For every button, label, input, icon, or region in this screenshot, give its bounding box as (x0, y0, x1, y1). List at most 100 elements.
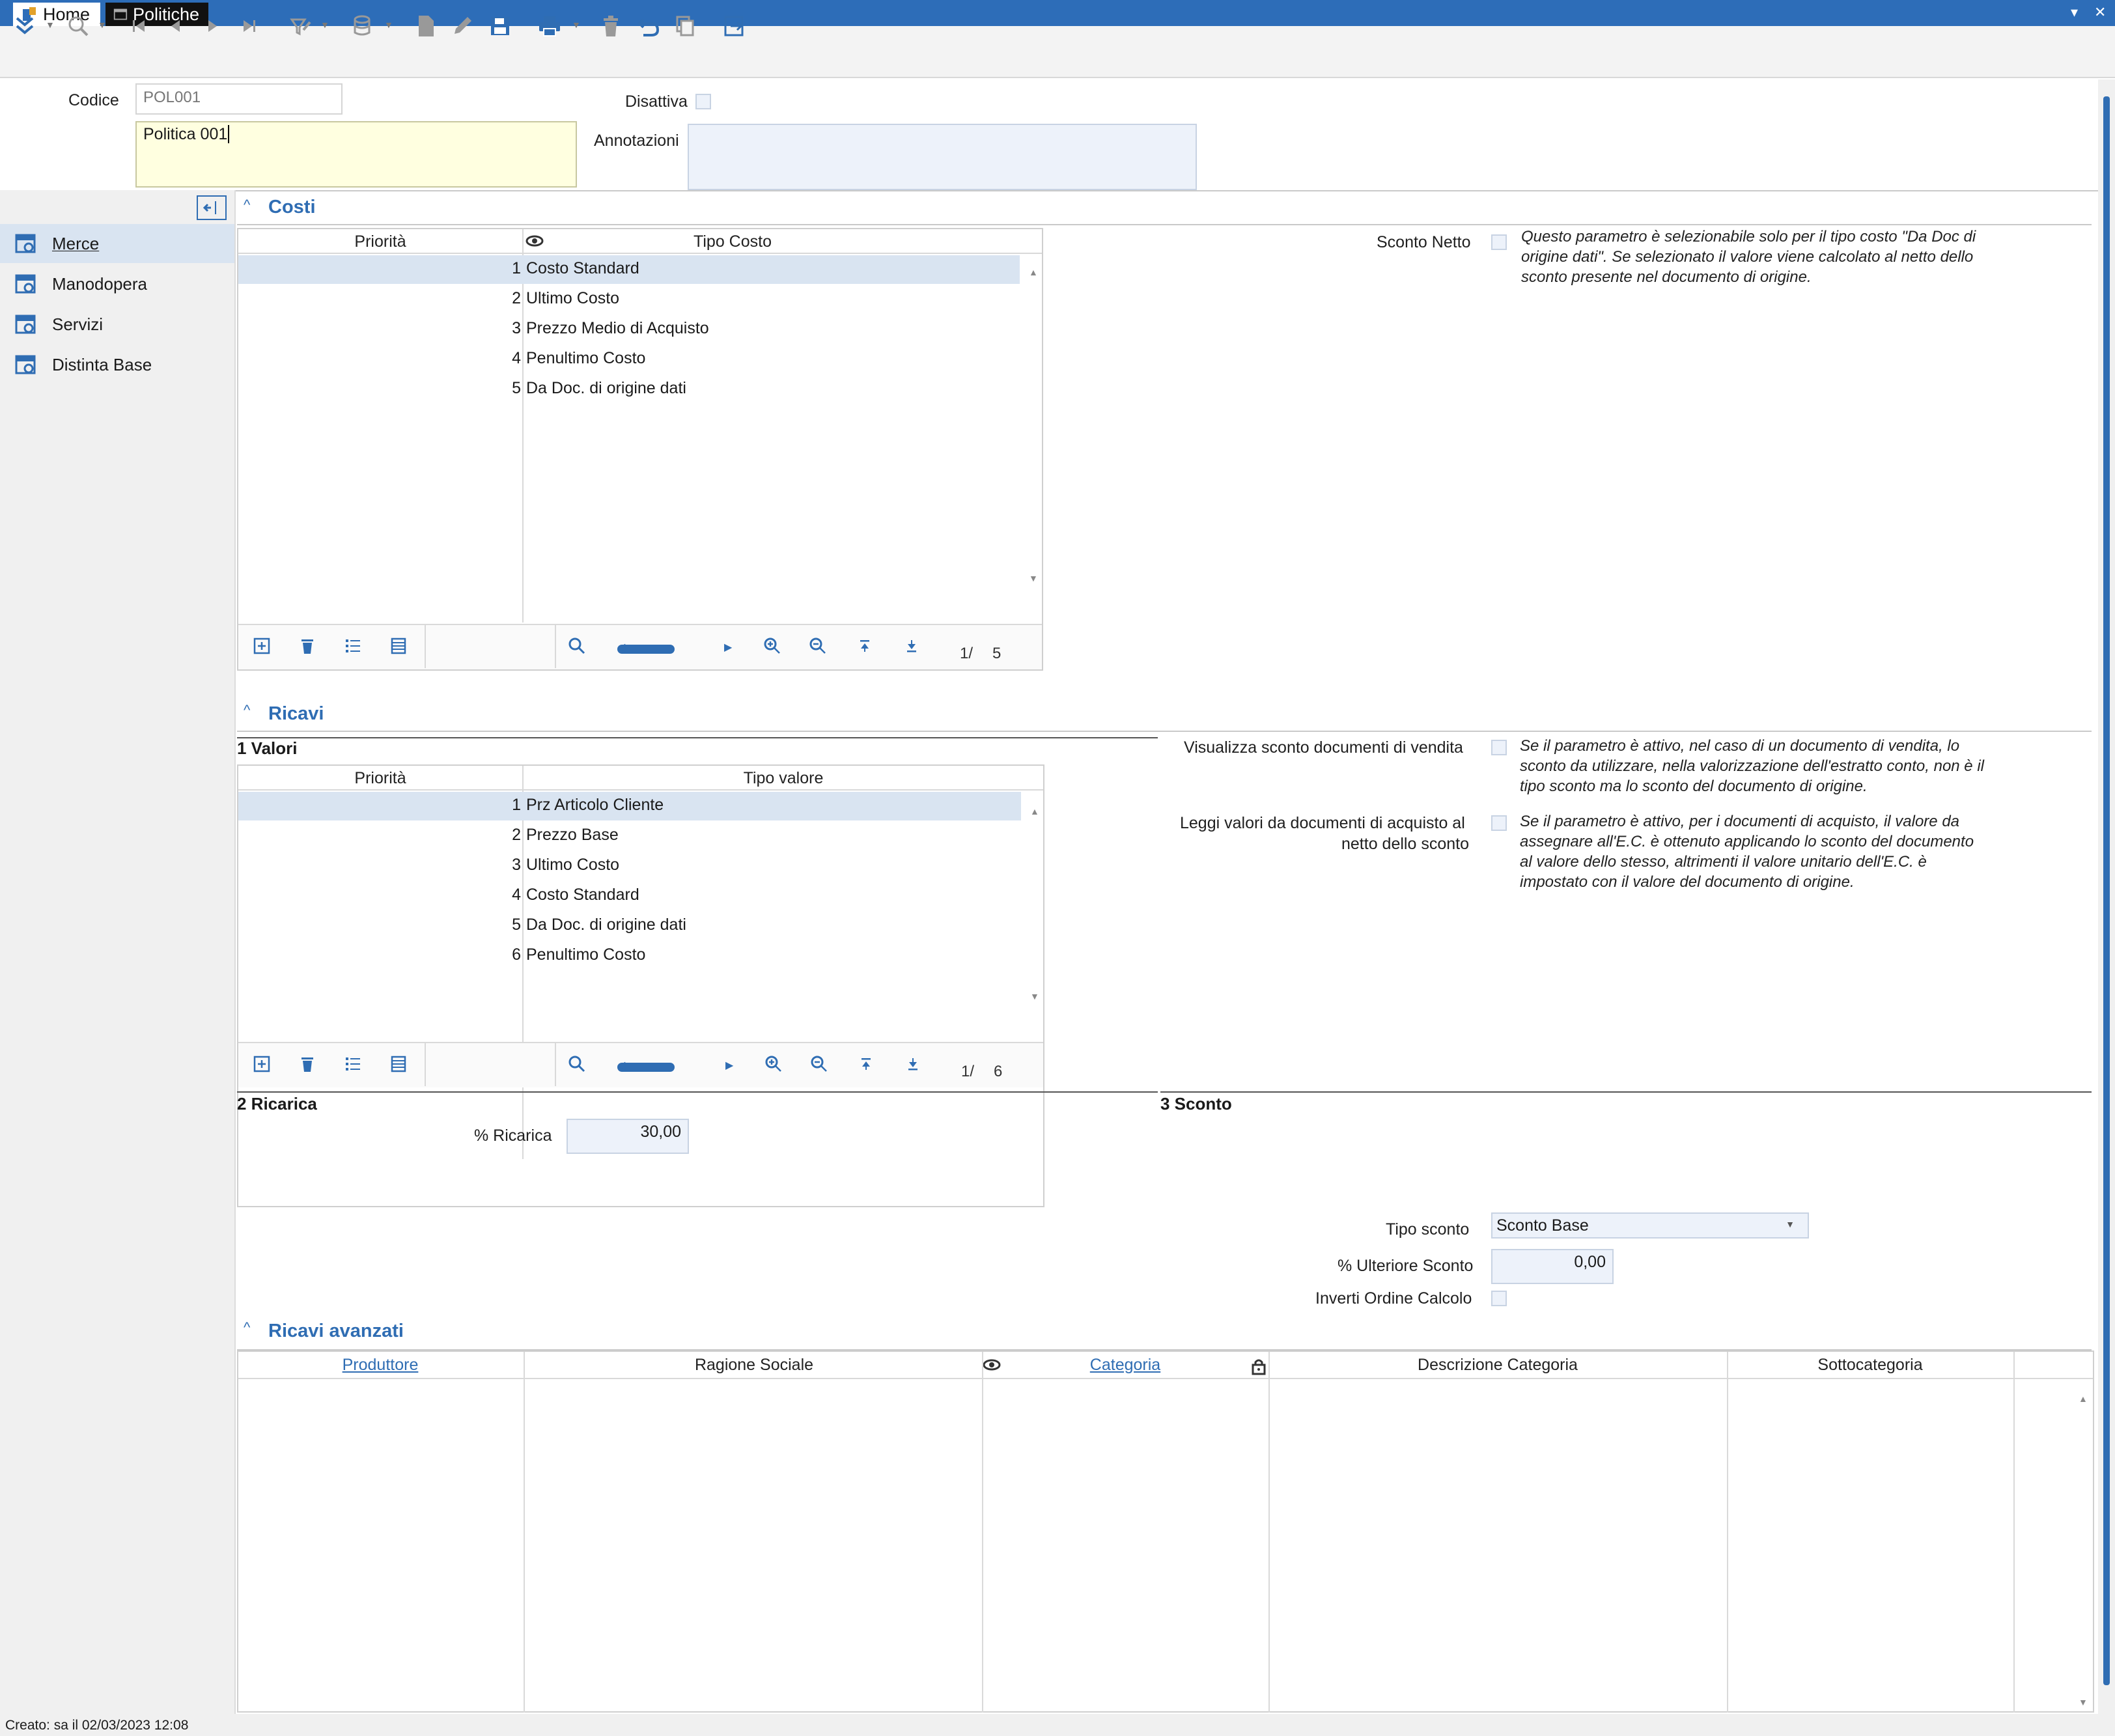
valori-col-priorita[interactable]: Priorità (238, 766, 522, 791)
codice-field[interactable]: POL001 (135, 83, 343, 115)
previous-record-button[interactable] (161, 12, 190, 40)
scroll-up-icon[interactable]: ▲ (1030, 806, 1039, 817)
tipo-sconto-select[interactable]: Sconto Base ▼ (1491, 1212, 1809, 1239)
ulteriore-sconto-field[interactable]: 0,00 (1491, 1249, 1614, 1284)
visualizza-sconto-checkbox[interactable] (1491, 740, 1507, 755)
disattiva-checkbox[interactable] (695, 94, 711, 109)
sidebar-item-merce[interactable]: Merce (0, 224, 234, 263)
duplicate-button[interactable] (671, 12, 699, 40)
sidebar-item-distinta-base[interactable]: Distinta Base (0, 345, 234, 384)
lock-icon[interactable] (1250, 1357, 1267, 1375)
costi-col-priorita[interactable]: Priorità (238, 229, 522, 254)
horizontal-scrollbar-thumb[interactable] (617, 1063, 675, 1072)
sidebar-item-manodopera[interactable]: Manodopera (0, 264, 234, 303)
database-button[interactable] (349, 12, 378, 40)
leggi-valori-checkbox[interactable] (1491, 815, 1507, 831)
filter-button[interactable] (287, 12, 315, 40)
eye-icon[interactable] (525, 233, 544, 249)
col-descrizione-categoria[interactable]: Descrizione Categoria (1270, 1356, 1726, 1375)
last-record-button[interactable] (234, 12, 263, 40)
col-sottocategoria[interactable]: Sottocategoria (1730, 1356, 2011, 1375)
valori-row-num: 2 (512, 826, 521, 844)
go-top-button[interactable] (852, 633, 878, 659)
zoom-out-button[interactable] (805, 633, 831, 659)
costi-row-value[interactable]: Prezzo Medio di Acquisto (526, 319, 709, 338)
ricavi-avanzati-collapse-icon[interactable]: ^ (244, 1319, 250, 1336)
new-record-button[interactable] (412, 12, 440, 40)
next-record-button[interactable] (198, 12, 227, 40)
detail-list-button[interactable] (340, 1051, 366, 1077)
dropdown-arrow-icon[interactable]: ▼ (320, 20, 329, 33)
valori-row-value[interactable]: Ultimo Costo (526, 856, 619, 875)
print-button[interactable] (535, 12, 564, 40)
col-produttore[interactable]: Produttore (238, 1356, 522, 1375)
horizontal-scrollbar-thumb[interactable] (617, 645, 675, 654)
exit-button[interactable] (720, 12, 749, 40)
inverti-ordine-checkbox[interactable] (1491, 1291, 1507, 1306)
delete-row-button[interactable] (294, 633, 320, 659)
costi-row-value[interactable]: Costo Standard (526, 259, 639, 278)
detail-list-button[interactable] (340, 633, 366, 659)
costi-row-value[interactable]: Da Doc. di origine dati (526, 379, 686, 398)
col-categoria[interactable]: Categoria (1003, 1356, 1248, 1375)
scroll-left-icon[interactable]: ◀ (617, 1059, 625, 1072)
costi-row-value[interactable]: Penultimo Costo (526, 349, 645, 368)
scroll-right-icon[interactable]: ▶ (724, 641, 732, 654)
edit-button[interactable] (448, 12, 477, 40)
costi-col-tipo-costo[interactable]: Tipo Costo (547, 229, 1179, 254)
zoom-in-button[interactable] (759, 633, 785, 659)
valori-row-value[interactable]: Da Doc. di origine dati (526, 916, 686, 934)
valori-row-value[interactable]: Prezzo Base (526, 826, 619, 845)
costi-row-value[interactable]: Ultimo Costo (526, 289, 619, 308)
go-top-button[interactable] (853, 1051, 879, 1077)
undo-button[interactable] (634, 12, 663, 40)
grid-search-button[interactable] (564, 1051, 590, 1077)
delete-row-button[interactable] (294, 1051, 320, 1077)
scroll-down-icon[interactable]: ▼ (1030, 991, 1039, 1001)
annotazioni-field[interactable] (688, 124, 1197, 190)
first-record-button[interactable] (125, 12, 154, 40)
dropdown-arrow-icon[interactable]: ▼ (384, 20, 393, 33)
zoom-in-button[interactable] (761, 1051, 787, 1077)
go-bottom-button[interactable] (900, 1051, 926, 1077)
sconto-netto-checkbox[interactable] (1491, 234, 1507, 250)
costi-collapse-icon[interactable]: ^ (244, 197, 250, 214)
dropdown-arrow-icon[interactable]: ▼ (572, 20, 581, 33)
scroll-up-icon[interactable]: ▲ (1029, 267, 1038, 277)
valori-row-value[interactable]: Penultimo Costo (526, 945, 645, 964)
ricavi-avanzati-grid (237, 1351, 2094, 1713)
search-button[interactable] (64, 12, 92, 40)
collapse-sidebar-button[interactable] (197, 195, 227, 220)
valori-col-tipo-valore[interactable]: Tipo valore (524, 766, 1043, 791)
grid-view-button[interactable] (385, 633, 412, 659)
valori-row-value[interactable]: Prz Articolo Cliente (526, 796, 664, 815)
add-row-button[interactable] (249, 1051, 275, 1077)
scroll-up-icon[interactable]: ▲ (2079, 1393, 2088, 1404)
tab-politiche[interactable]: Politiche (105, 3, 208, 26)
valori-row-value[interactable]: Costo Standard (526, 886, 639, 904)
dropdown-arrow-icon[interactable]: ▼ (46, 20, 55, 33)
scroll-down-icon[interactable]: ▼ (2079, 1697, 2088, 1707)
scroll-down-icon[interactable]: ▼ (1029, 573, 1038, 583)
costi-divider (237, 224, 2092, 225)
window-minimize-button[interactable]: ▾ (2071, 4, 2078, 21)
grid-view-button[interactable] (385, 1051, 412, 1077)
grid-search-button[interactable] (564, 633, 590, 659)
expand-menu-button[interactable] (10, 12, 39, 40)
scroll-left-icon[interactable]: ◀ (617, 641, 625, 654)
save-button[interactable] (486, 12, 514, 40)
eye-icon[interactable] (982, 1357, 1001, 1373)
scroll-right-icon[interactable]: ▶ (725, 1059, 733, 1072)
ricavi-collapse-icon[interactable]: ^ (244, 702, 250, 719)
col-ragione-sociale[interactable]: Ragione Sociale (525, 1356, 983, 1375)
delete-button[interactable] (596, 12, 625, 40)
descrizione-field[interactable]: Politica 001 (135, 121, 577, 188)
zoom-out-button[interactable] (806, 1051, 832, 1077)
ricarica-field[interactable]: 30,00 (567, 1119, 689, 1154)
window-close-button[interactable]: ✕ (2094, 4, 2106, 21)
dropdown-arrow-icon[interactable]: ▼ (98, 20, 107, 33)
page-scrollbar-thumb[interactable] (2103, 96, 2110, 1685)
go-bottom-button[interactable] (899, 633, 925, 659)
add-row-button[interactable] (249, 633, 275, 659)
sidebar-item-servizi[interactable]: Servizi (0, 305, 234, 344)
